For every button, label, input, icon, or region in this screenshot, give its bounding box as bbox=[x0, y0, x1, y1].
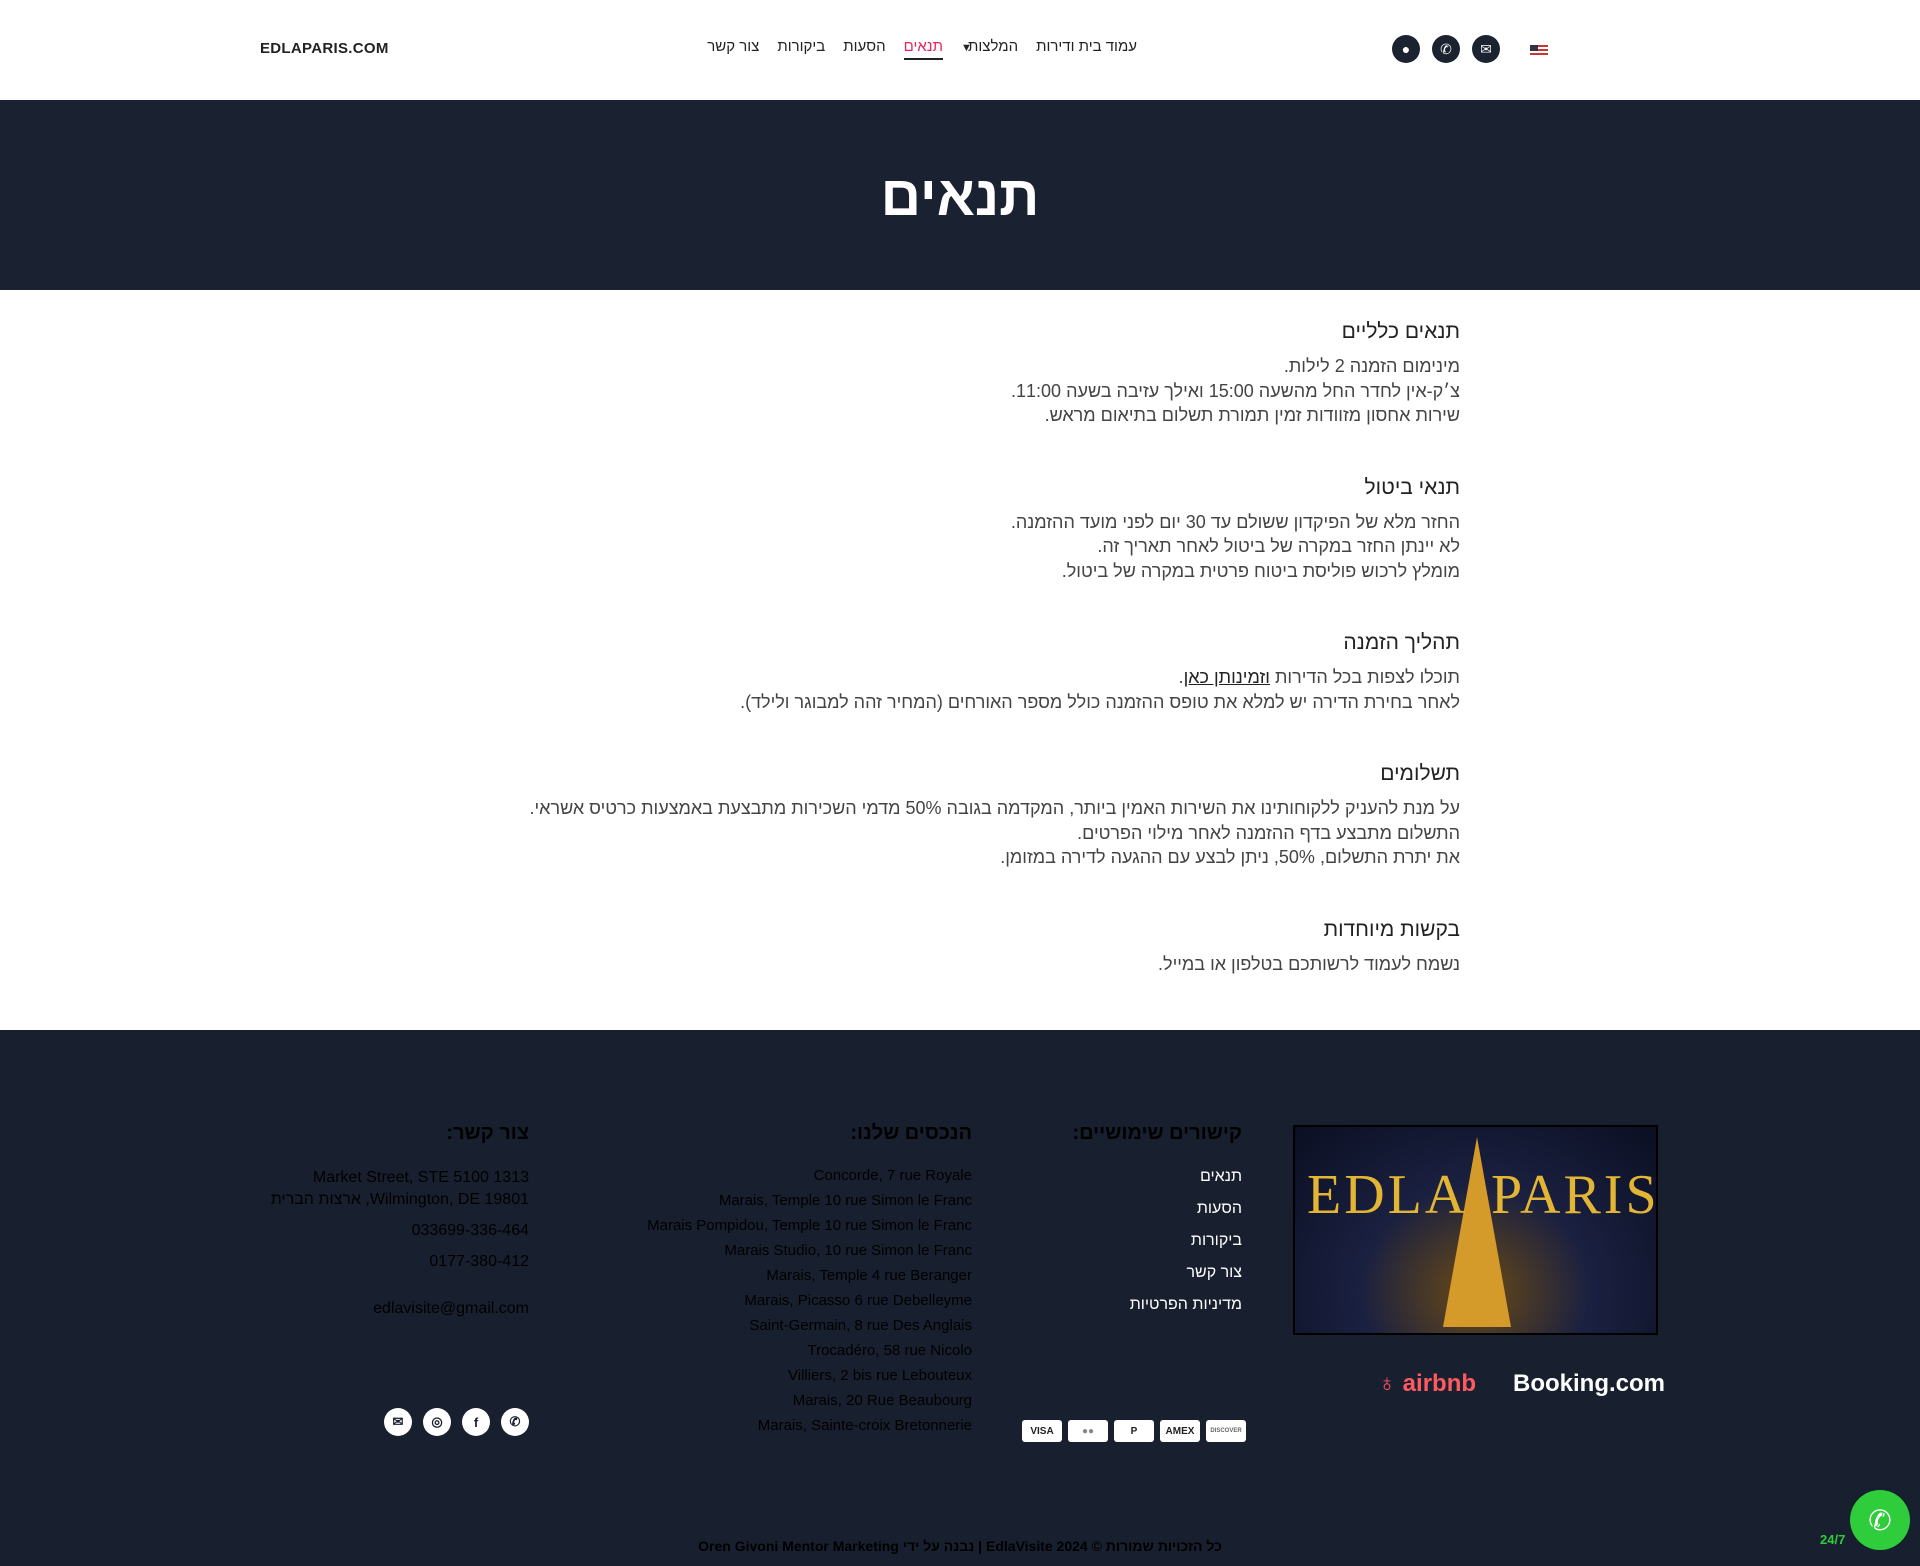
copyright: כל הזכויות שמורות © EdlaVisite 2024 | נב… bbox=[698, 1538, 1222, 1554]
availability-link[interactable]: וזמינותן כאן bbox=[1184, 667, 1270, 687]
terms-content: תנאים כלליים מינימום הזמנה 2 לילות. צ׳ק-… bbox=[460, 320, 1461, 1024]
paypal-icon: P bbox=[1114, 1420, 1154, 1442]
mastercard-icon: ●● bbox=[1068, 1420, 1108, 1442]
text-line: תוכלו לצפות בכל הדירות וזמינותן כאן. bbox=[460, 665, 1460, 690]
mail-icon[interactable]: ✉ bbox=[1472, 35, 1500, 63]
nav-reviews[interactable]: ביקורות bbox=[777, 38, 825, 60]
location-item[interactable]: Marais, Temple 4 rue Beranger bbox=[647, 1267, 972, 1292]
instagram-icon[interactable]: ◎ bbox=[423, 1408, 451, 1436]
text-line: לא יינתן החזר במקרה של ביטול לאחר תאריך … bbox=[1097, 536, 1460, 556]
contact-title: צור קשר: bbox=[446, 1122, 529, 1144]
text-line: נשמח לעמוד לרשותכם בטלפון או במייל. bbox=[1158, 953, 1460, 974]
social-icons: ✉ ◎ f ✆ bbox=[384, 1408, 529, 1436]
section-general: תנאים כלליים מינימום הזמנה 2 לילות. צ׳ק-… bbox=[460, 320, 1460, 428]
location-item[interactable]: Marais Studio, 10 rue Simon le Franc bbox=[647, 1242, 972, 1267]
page-title: תנאים bbox=[880, 163, 1040, 227]
footer-link[interactable]: הסעות bbox=[1130, 1200, 1242, 1232]
us-flag-icon[interactable] bbox=[1530, 45, 1548, 57]
discover-icon: DISCOVER bbox=[1206, 1420, 1246, 1442]
booking-logo[interactable]: Booking.com bbox=[1513, 1370, 1665, 1398]
location-item[interactable]: Marais, Temple 10 rue Simon le Franc bbox=[647, 1192, 972, 1217]
text-line: לאחר בחירת הדירה יש למלא את טופס ההזמנה … bbox=[740, 691, 1460, 712]
nav-recommendations-label: המלצות bbox=[968, 38, 1019, 55]
location-item[interactable]: Trocadéro, 58 rue Nicolo bbox=[647, 1342, 972, 1367]
location-item[interactable]: Concorde, 7 rue Royale bbox=[647, 1167, 972, 1192]
text: תוכלו לצפות בכל הדירות bbox=[1269, 667, 1460, 687]
locations-title: הנכסים שלנו: bbox=[850, 1122, 972, 1144]
airbnb-label: airbnb bbox=[1402, 1370, 1477, 1397]
section-title: תנאים כלליים bbox=[1341, 320, 1460, 343]
footer-link[interactable]: תנאים bbox=[1130, 1168, 1242, 1200]
location-item[interactable]: Villiers, 2 bis rue Lebouteux bbox=[647, 1367, 972, 1392]
image-text: PARIS bbox=[1491, 1164, 1658, 1226]
whatsapp-label: 24/7 bbox=[1820, 1532, 1846, 1547]
site-header: EDLAPARIS.COM עמוד בית ודירות המלצות ▼ ת… bbox=[0, 0, 1920, 100]
links-title: קישורים שימושיים: bbox=[1072, 1122, 1242, 1144]
locations-list: Concorde, 7 rue Royale Marais, Temple 10… bbox=[647, 1167, 972, 1442]
text-line: החזר מלא של הפיקדון ששולם עד 30 יום לפני… bbox=[1010, 511, 1460, 532]
footer-link[interactable]: צור קשר bbox=[1130, 1264, 1242, 1296]
text-line: על מנת להעניק ללקוחותינו את השירות האמין… bbox=[529, 798, 1461, 818]
address-line: Wilmington, DE 19801, ארצות הברית bbox=[270, 1191, 529, 1208]
edla-paris-image: EDLA PARIS bbox=[1293, 1125, 1658, 1335]
section-payments: תשלומים על מנת להעניק ללקוחותינו את השיר… bbox=[460, 762, 1461, 870]
image-text: EDLA bbox=[1307, 1164, 1469, 1226]
address-line: Market Street, STE 5100 1313 bbox=[312, 1169, 529, 1186]
text-line: מינימום הזמנה 2 לילות. bbox=[1283, 356, 1460, 376]
email-link[interactable]: edlavisite@gmail.com bbox=[271, 1298, 529, 1320]
amex-icon: AMEX bbox=[1160, 1420, 1200, 1442]
useful-links: תנאים הסעות ביקורות צור קשר מדיניות הפרט… bbox=[1130, 1168, 1242, 1328]
airbnb-logo[interactable]: ♁ airbnb bbox=[1378, 1370, 1476, 1398]
nav-home[interactable]: עמוד בית ודירות bbox=[1036, 38, 1137, 60]
location-item[interactable]: Saint-Germain, 8 rue Des Anglais bbox=[647, 1317, 972, 1342]
text-line: שירות אחסון מזוודות זמין תמורת תשלום בתי… bbox=[1044, 405, 1460, 425]
text-line: מומלץ לרכוש פוליסת ביטוח פרטית במקרה של … bbox=[1061, 560, 1460, 581]
site-logo[interactable]: EDLAPARIS.COM bbox=[260, 40, 389, 57]
location-item[interactable]: Marais, 20 Rue Beaubourg bbox=[647, 1392, 972, 1417]
text-line: צ׳ק-אין לחדר החל מהשעה 15:00 ואילך עזיבה… bbox=[1011, 380, 1460, 401]
nav-transfers[interactable]: הסעות bbox=[843, 38, 885, 60]
section-title: תהליך הזמנה bbox=[1343, 631, 1460, 654]
user-icon[interactable]: ● bbox=[1392, 35, 1420, 63]
phone-link[interactable]: 0177-380-412 bbox=[271, 1251, 529, 1273]
nav-terms[interactable]: תנאים bbox=[903, 38, 943, 60]
location-item[interactable]: Marais, Picasso 6 rue Debelleyme bbox=[647, 1292, 972, 1317]
text-line: את יתרת התשלום, 50%, ניתן לבצע עם ההגעה … bbox=[1000, 847, 1460, 867]
section-title: בקשות מיוחדות bbox=[1323, 917, 1460, 941]
footer-link[interactable]: מדיניות הפרטיות bbox=[1130, 1296, 1242, 1328]
phone-link[interactable]: 033699-336-464 bbox=[271, 1220, 529, 1242]
airbnb-icon: ♁ bbox=[1378, 1370, 1396, 1397]
whatsapp-float-button[interactable]: ✆ bbox=[1850, 1490, 1910, 1550]
section-booking: תהליך הזמנה תוכלו לצפות בכל הדירות וזמינ… bbox=[460, 631, 1460, 714]
footer-link[interactable]: ביקורות bbox=[1130, 1232, 1242, 1264]
section-cancellation: תנאי ביטול החזר מלא של הפיקדון ששולם עד … bbox=[460, 476, 1460, 584]
visa-icon: VISA bbox=[1022, 1420, 1062, 1442]
whatsapp-icon[interactable]: ✆ bbox=[501, 1408, 529, 1436]
whatsapp-icon: ✆ bbox=[1868, 1504, 1892, 1536]
location-item[interactable]: Marais Pompidou, Temple 10 rue Simon le … bbox=[647, 1217, 972, 1242]
section-title: תנאי ביטול bbox=[1364, 475, 1460, 499]
nav-contact[interactable]: צור קשר bbox=[707, 38, 759, 60]
mail-icon[interactable]: ✉ bbox=[384, 1408, 412, 1436]
nav-recommendations[interactable]: המלצות ▼ bbox=[961, 38, 1018, 60]
page-hero: תנאים bbox=[0, 100, 1920, 290]
payment-cards: VISA ●● P AMEX DISCOVER bbox=[1022, 1420, 1246, 1442]
section-special-requests: בקשות מיוחדות נשמח לעמוד לרשותכם בטלפון … bbox=[460, 918, 1460, 977]
section-title: תשלומים bbox=[1380, 762, 1460, 785]
text-line: התשלום מתבצע בדף ההזמנה לאחר מילוי הפרטי… bbox=[1077, 822, 1460, 843]
facebook-icon[interactable]: f bbox=[462, 1408, 490, 1436]
contact-info: Market Street, STE 5100 1313 Wilmington,… bbox=[271, 1167, 529, 1320]
main-nav: עמוד בית ודירות המלצות ▼ תנאים הסעות ביק… bbox=[707, 38, 1137, 60]
location-item[interactable]: Marais, Sainte-croix Bretonnerie bbox=[647, 1417, 972, 1442]
phone-icon[interactable]: ✆ bbox=[1432, 35, 1460, 63]
